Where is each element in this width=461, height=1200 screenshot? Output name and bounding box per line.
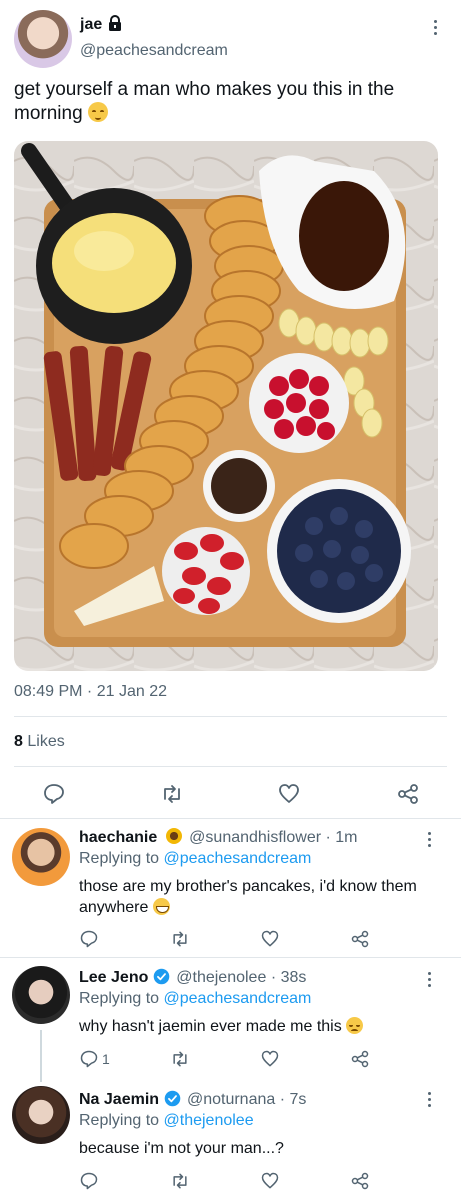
verified-badge-icon [164,1090,181,1107]
replying-to-link[interactable]: @peachesandcream [164,990,312,1007]
thread-line [40,1030,42,1082]
divider [0,957,461,958]
reply-text: because i'm not your man...? [79,1140,284,1157]
reply-icon[interactable] [79,929,99,949]
divider [14,766,447,767]
likes-stat[interactable]: 8 Likes [14,733,65,751]
author-name[interactable]: jae [80,16,102,34]
more-options-icon[interactable] [428,1092,432,1110]
divider [14,716,447,717]
author-handle[interactable]: @peachesandcream [80,42,228,60]
retweet-icon[interactable] [160,782,184,806]
reply-header: haechanie @sunandhisflower · 1m [79,828,358,847]
reply-header: Lee Jeno @thejenolee · 38s [79,968,306,987]
reply-name[interactable]: haechanie [79,829,157,846]
share-icon[interactable] [350,1171,370,1191]
verified-badge-icon [153,968,170,985]
like-icon[interactable] [277,782,301,806]
reply-avatar[interactable] [12,828,70,886]
more-options-icon[interactable] [428,832,432,850]
reply-name[interactable]: Na Jaemin [79,1091,159,1108]
replying-to: Replying to @peachesandcream [79,850,312,867]
author-avatar[interactable] [14,10,72,68]
replying-to: Replying to @thejenolee [79,1112,254,1129]
reply-count: 1 [102,1051,110,1067]
more-options-icon[interactable] [428,972,432,990]
reply-handle[interactable]: @thejenolee [176,969,266,986]
retweet-icon[interactable] [170,929,190,949]
replying-to-link[interactable]: @peachesandcream [164,850,312,867]
reply-icon[interactable] [79,1049,99,1069]
like-icon[interactable] [260,1049,280,1069]
likes-label: Likes [27,733,65,750]
reply-handle[interactable]: @sunandhisflower [189,829,321,846]
retweet-icon[interactable] [170,1049,190,1069]
relieved-face-emoji [87,102,108,122]
replying-to-link[interactable]: @thejenolee [164,1112,254,1129]
reply-handle[interactable]: @noturnana [187,1091,275,1108]
share-icon[interactable] [396,782,420,806]
reply-avatar[interactable] [12,1086,70,1144]
pensive-face-emoji [346,1017,364,1034]
like-icon[interactable] [260,1171,280,1191]
reply-icon[interactable] [42,782,66,806]
share-icon[interactable] [350,929,370,949]
tweet-text: get yourself a man who makes you this in… [14,79,395,124]
more-options-icon[interactable] [434,20,438,38]
grinning-face-emoji [152,898,170,915]
reply-time[interactable]: · 1m [326,829,358,846]
tweet-image[interactable] [14,141,438,671]
retweet-icon[interactable] [170,1171,190,1191]
reply-avatar[interactable] [12,966,70,1024]
tweet-timestamp[interactable]: 08:49 PM · 21 Jan 22 [14,683,167,701]
reply-text: why hasn't jaemin ever made me this [79,1016,419,1037]
reply-text: those are my brother's pancakes, i'd kno… [79,878,417,916]
like-icon[interactable] [260,929,280,949]
divider [0,818,461,819]
reply-icon[interactable] [79,1171,99,1191]
lock-icon [107,15,123,32]
likes-count: 8 [14,733,23,750]
share-icon[interactable] [350,1049,370,1069]
reply-name[interactable]: Lee Jeno [79,969,148,986]
reply-time[interactable]: · 38s [271,969,307,986]
sunflower-emoji [165,828,182,844]
reply-header: Na Jaemin @noturnana · 7s [79,1090,306,1109]
reply-time[interactable]: · 7s [280,1091,307,1108]
replying-to: Replying to @peachesandcream [79,990,312,1007]
